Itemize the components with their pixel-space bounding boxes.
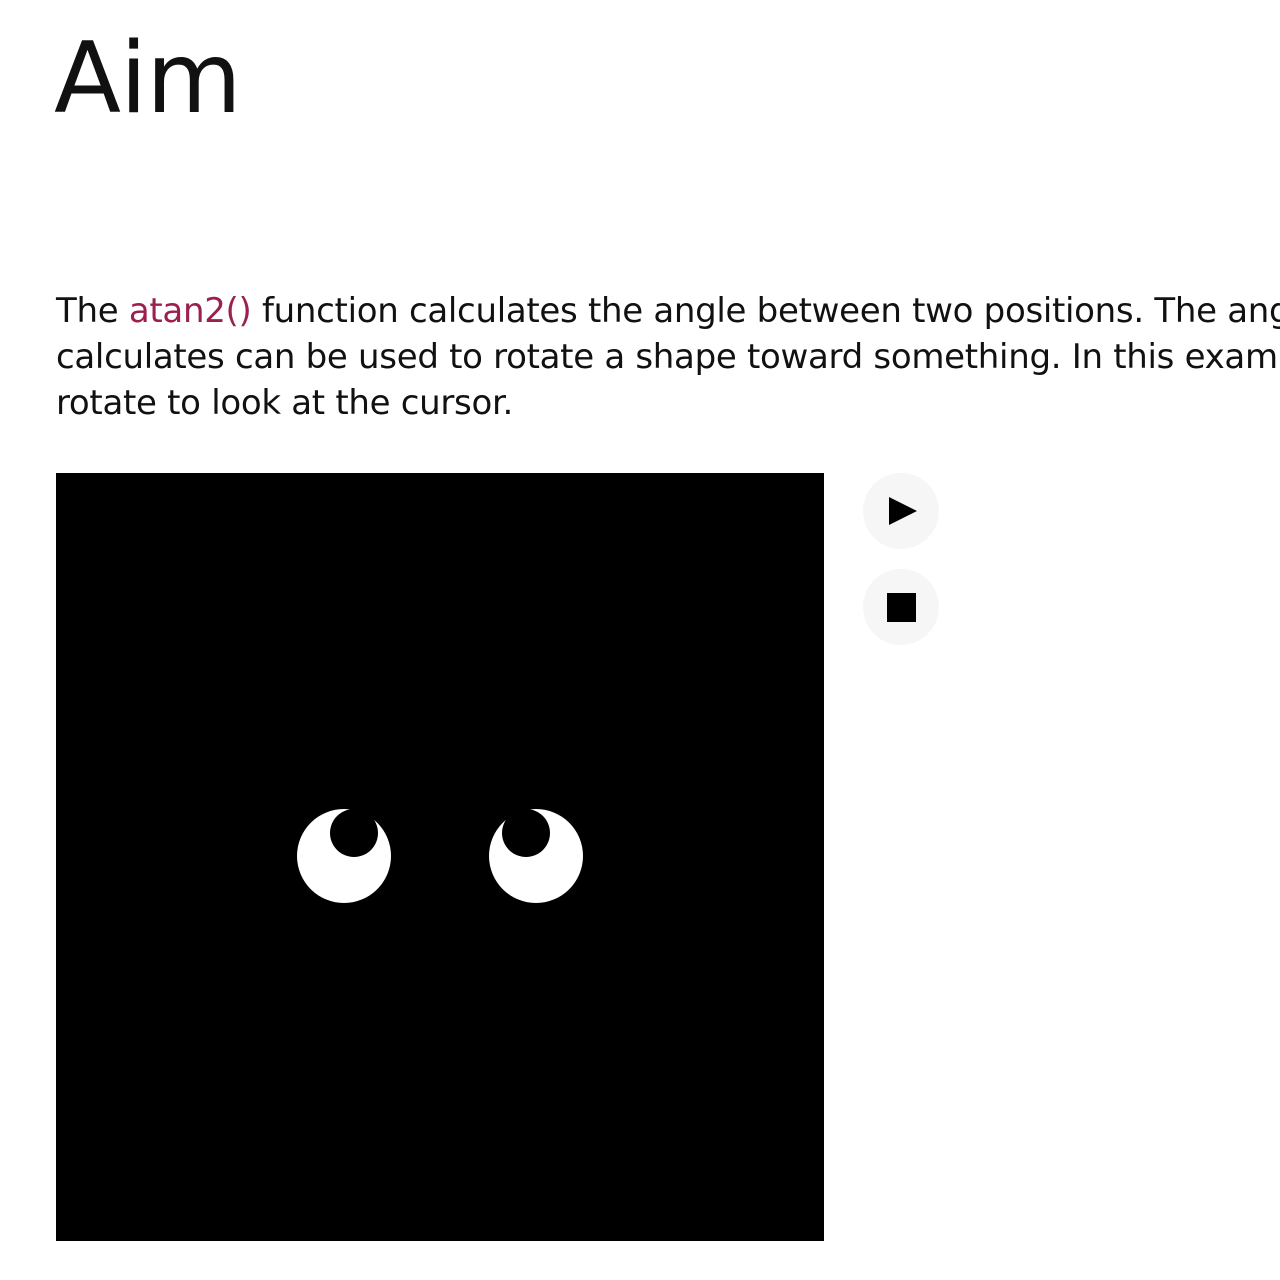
play-icon [889, 497, 917, 525]
description-line-1: The atan2() function calculates the angl… [56, 288, 1280, 334]
example-description: The atan2() function calculates the angl… [56, 288, 1280, 426]
description-line-2: calculates can be used to rotate a shape… [56, 337, 1280, 377]
atan2-reference-link[interactable]: atan2() [129, 291, 252, 331]
sketch-canvas[interactable] [56, 473, 824, 1241]
sketch-svg [297, 809, 583, 903]
stop-button[interactable] [863, 569, 939, 645]
page-content: Aim The atan2() function calculates the … [0, 0, 1280, 1280]
play-button[interactable] [863, 473, 939, 549]
description-line-3: rotate to look at the cursor. [56, 383, 514, 423]
left-eye-pupil [330, 809, 378, 857]
right-eye-pupil [502, 809, 550, 857]
page-title: Aim [54, 22, 242, 136]
stop-icon [886, 592, 916, 622]
description-text-end: function calculates the angle between tw… [261, 291, 1280, 331]
description-text-start: The [56, 291, 129, 331]
right-eye [489, 809, 583, 903]
left-eye [297, 809, 391, 903]
